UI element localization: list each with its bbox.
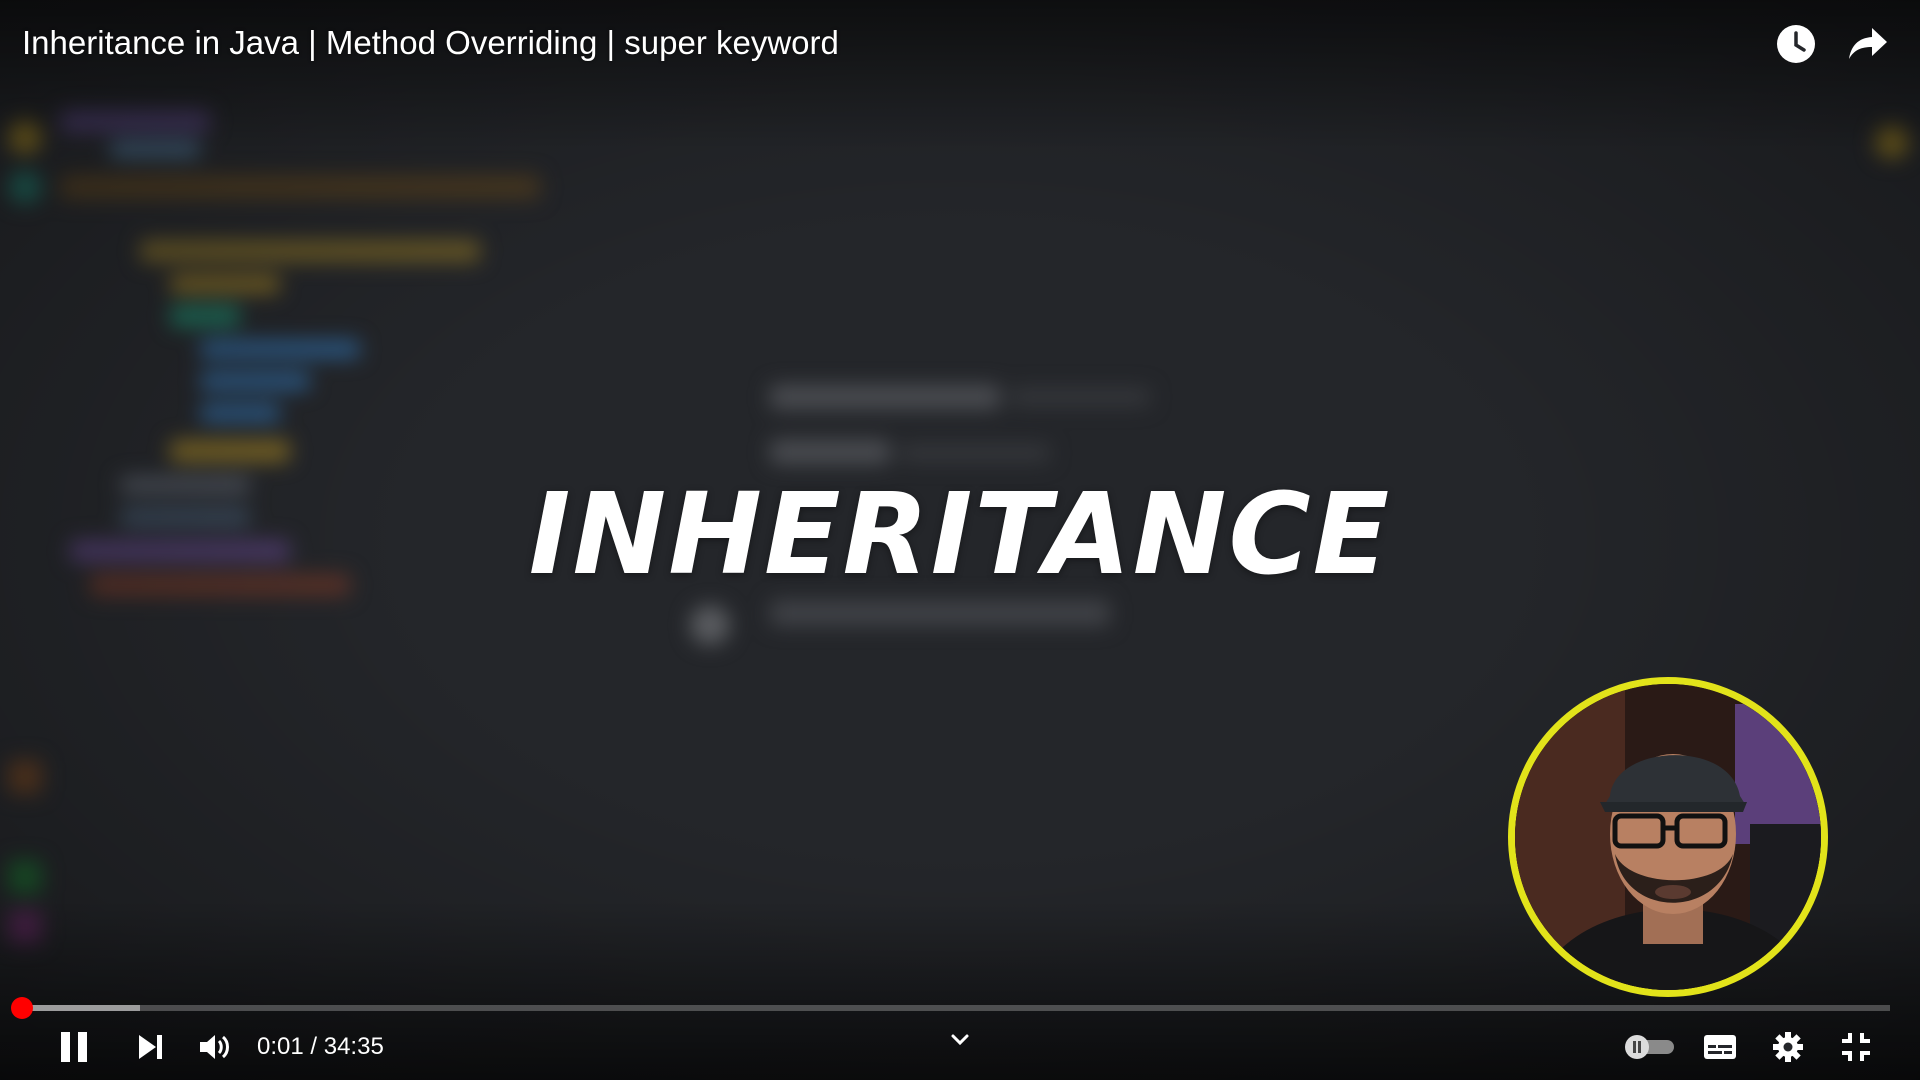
current-time: 0:01: [257, 1033, 304, 1060]
share-button[interactable]: [1846, 22, 1890, 66]
watch-later-button[interactable]: [1774, 22, 1818, 66]
scrubber-handle[interactable]: [10, 997, 33, 1019]
duration: 34:35: [323, 1033, 384, 1060]
clock-icon: [1777, 25, 1815, 63]
time-separator: /: [303, 1033, 324, 1060]
progress-bar[interactable]: [10, 997, 1890, 1019]
top-actions: [1774, 22, 1890, 66]
share-arrow-icon: [1849, 28, 1887, 59]
settings-button[interactable]: [1766, 1028, 1810, 1066]
control-bar: 0:01 / 34:35: [0, 1022, 1920, 1072]
subtitles-icon: [1704, 1035, 1736, 1059]
more-videos-button[interactable]: [940, 1022, 980, 1058]
volume-icon: [200, 1035, 229, 1059]
next-icon: [139, 1035, 162, 1059]
pause-icon: [61, 1032, 87, 1062]
presenter-webcam: [1508, 677, 1828, 997]
autoplay-toggle-icon: [1625, 1035, 1674, 1059]
time-display: 0:01 / 34:35: [257, 1033, 384, 1061]
video-headline-text: INHERITANCE: [528, 470, 1392, 600]
buffered-range: [20, 1005, 140, 1011]
presenter-image: [1515, 684, 1821, 990]
autoplay-toggle[interactable]: [1620, 1028, 1680, 1066]
pause-button[interactable]: [50, 1026, 98, 1068]
exit-fullscreen-icon: [1842, 1033, 1870, 1061]
video-player[interactable]: Inheritance in Java | Method Overriding …: [0, 0, 1920, 1080]
volume-button[interactable]: [190, 1026, 240, 1068]
video-title[interactable]: Inheritance in Java | Method Overriding …: [22, 24, 839, 62]
chevron-down-icon: [951, 1034, 969, 1046]
next-button[interactable]: [126, 1026, 174, 1068]
settings-gear-icon: [1773, 1032, 1803, 1062]
subtitles-button[interactable]: [1698, 1028, 1742, 1066]
exit-fullscreen-button[interactable]: [1834, 1028, 1878, 1066]
